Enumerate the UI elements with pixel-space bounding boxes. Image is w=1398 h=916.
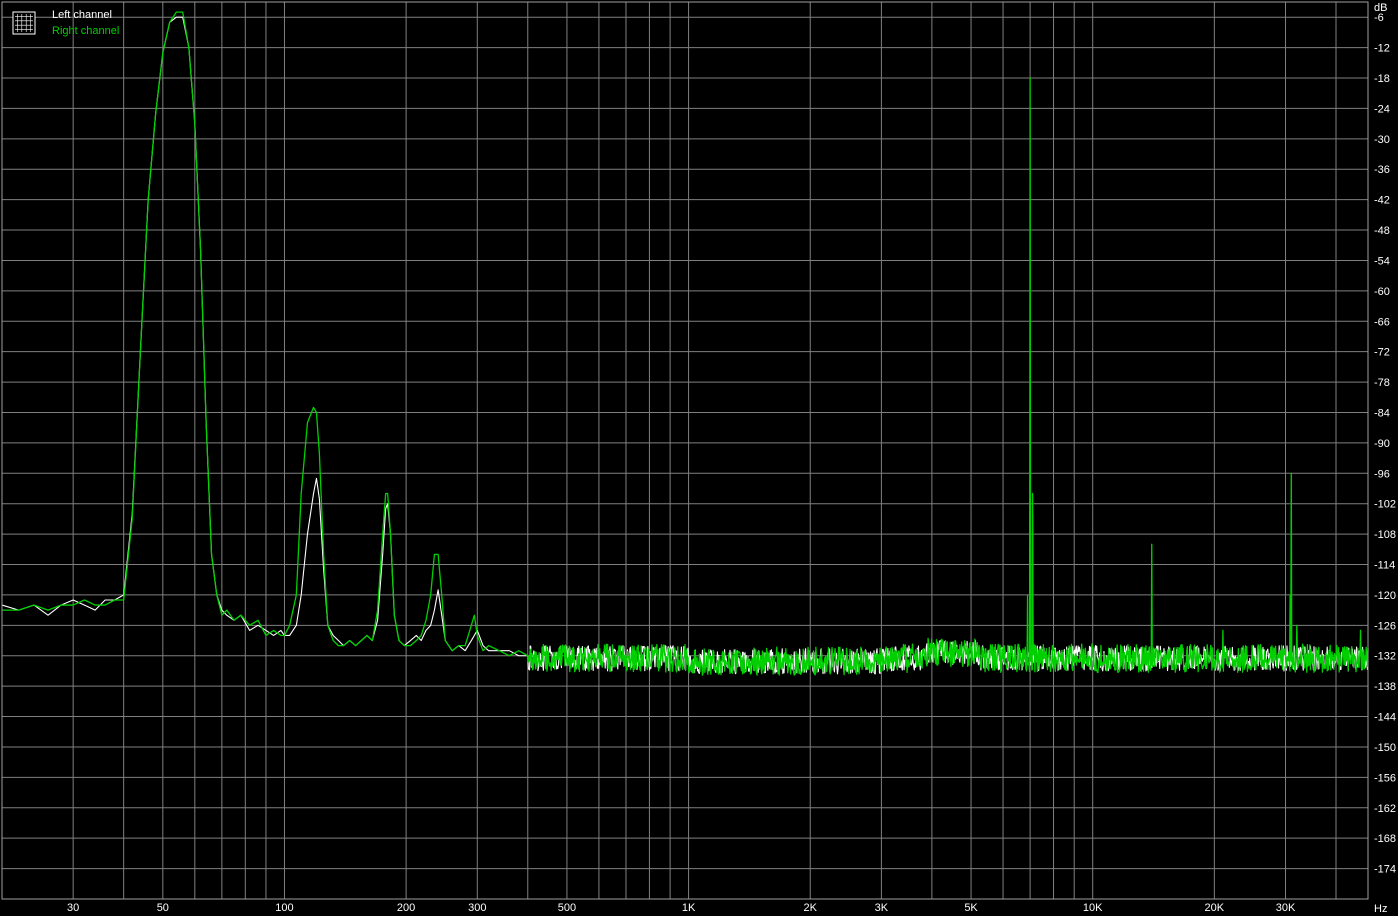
y-tick-label: -114: [1374, 560, 1395, 572]
x-tick-label: 30K: [1276, 902, 1296, 914]
y-tick-label: -156: [1374, 772, 1396, 784]
x-tick-label: 5K: [964, 902, 978, 914]
y-tick-label: -102: [1374, 499, 1396, 511]
x-tick-label: 500: [558, 902, 576, 914]
y-tick-label: -48: [1374, 225, 1390, 237]
spectrum-chart: -6 -12 -18 -24 -30 -36 -42 -48 -54 -60 -66 -72 -78 -8…: [0, 0, 1398, 916]
y-tick-label: -90: [1374, 438, 1390, 450]
y-tick-label: -144: [1374, 712, 1396, 724]
x-tick-label: 50: [157, 902, 169, 914]
y-tick-label: -6: [1374, 12, 1384, 24]
y-tick-label: -78: [1374, 377, 1390, 389]
y-tick-label: -174: [1374, 864, 1396, 876]
x-tick-label: 1K: [682, 902, 696, 914]
y-tick-label: -138: [1374, 681, 1396, 693]
y-tick-label: -120: [1374, 590, 1396, 602]
y-tick-label: -54: [1374, 255, 1390, 267]
y-tick-label: -132: [1374, 651, 1396, 663]
y-tick-label: -72: [1374, 347, 1390, 359]
y-tick-label: -162: [1374, 803, 1396, 815]
y-tick-label: -60: [1374, 286, 1390, 298]
x-tick-label: 30: [67, 902, 79, 914]
x-tick-label: 100: [275, 902, 293, 914]
x-tick-label: 300: [468, 902, 486, 914]
y-tick-label: -150: [1374, 742, 1396, 754]
y-tick-label: -84: [1374, 407, 1390, 419]
y-tick-label: -18: [1374, 73, 1390, 85]
x-tick-label: 10K: [1083, 902, 1103, 914]
y-tick-label: -96: [1374, 468, 1390, 480]
y-tick-label: -66: [1374, 316, 1390, 328]
x-tick-label: 200: [397, 902, 415, 914]
legend-right-channel: Right channel: [52, 25, 119, 37]
x-tick-label: 2K: [803, 902, 817, 914]
x-tick-label: 3K: [875, 902, 889, 914]
x-unit-label: Hz: [1374, 903, 1387, 915]
y-tick-label: -126: [1374, 620, 1396, 632]
y-tick-label: -108: [1374, 529, 1396, 541]
y-tick-label: -36: [1374, 164, 1390, 176]
y-tick-label: -24: [1374, 103, 1390, 115]
x-tick-label: 20K: [1205, 902, 1225, 914]
y-tick-label: -168: [1374, 833, 1396, 845]
legend-left-channel: Left channel: [52, 9, 112, 21]
y-tick-label: -12: [1374, 43, 1390, 55]
grid-toggle-icon[interactable]: [12, 11, 36, 35]
y-tick-label: -42: [1374, 195, 1390, 207]
chart-background: [0, 0, 1398, 916]
y-tick-label: -30: [1374, 134, 1390, 146]
y-unit-label: dB: [1374, 2, 1387, 14]
